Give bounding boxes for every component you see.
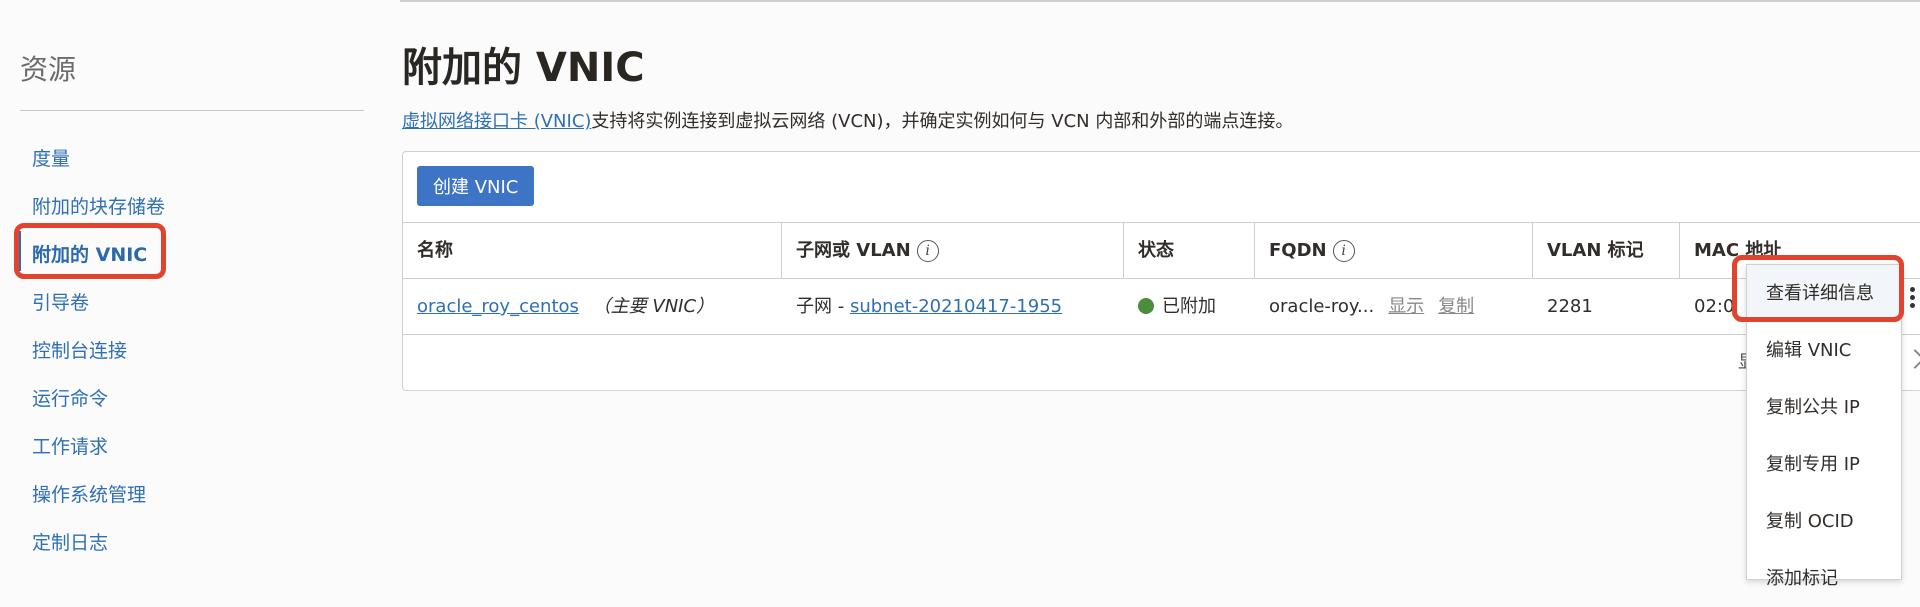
main-content: 附加的 VNIC 虚拟网络接口卡 (VNIC)支持将实例连接到虚拟云网络 (VC… (402, 40, 1920, 391)
vnic-table-panel: 创建 VNIC 名称 子网或 VLAN i 状态 FQDN i VLAN 标记 MA… (402, 151, 1920, 391)
column-header-status[interactable]: 状态 (1124, 223, 1255, 278)
table-header: 名称 子网或 VLAN i 状态 FQDN i VLAN 标记 MAC 地址 (403, 222, 1920, 279)
cell-fqdn: oracle-roy... 显示 复制 (1255, 279, 1533, 334)
sidebar-item-metrics[interactable]: 度量 (20, 135, 364, 183)
column-header-fqdn[interactable]: FQDN i (1255, 223, 1533, 278)
top-divider (400, 0, 1920, 2)
fqdn-copy-link[interactable]: 复制 (1438, 296, 1474, 317)
kebab-menu-icon[interactable] (1910, 287, 1916, 311)
status-text: 已附加 (1162, 296, 1216, 317)
cell-status: 已附加 (1124, 279, 1255, 334)
cell-vlan-tag: 2281 (1547, 296, 1593, 317)
resources-title: 资源 (20, 53, 77, 86)
vnic-name-link[interactable]: oracle_roy_centos (417, 296, 579, 317)
menu-item-copy-public-ip[interactable]: 复制公共 IP (1747, 379, 1901, 436)
menu-item-edit-vnic[interactable]: 编辑 VNIC (1747, 322, 1901, 379)
column-header-subnet[interactable]: 子网或 VLAN i (782, 223, 1124, 278)
table-row: oracle_roy_centos （主要 VNIC） 子网 - subnet-… (403, 279, 1920, 335)
fqdn-show-link[interactable]: 显示 (1388, 296, 1424, 317)
resources-sidebar: 资源 度量 附加的块存储卷 附加的 VNIC 引导卷 控制台连接 运行命令 工作… (14, 50, 364, 567)
menu-item-copy-ocid[interactable]: 复制 OCID (1747, 493, 1901, 550)
description-text: 支持将实例连接到虚拟云网络 (VCN)，并确定实例如何与 VCN 内部和外部的端… (591, 111, 1294, 132)
primary-vnic-note: （主要 VNIC） (592, 296, 715, 317)
info-icon[interactable]: i (1332, 240, 1355, 262)
subnet-link[interactable]: subnet-20210417-1955 (850, 296, 1062, 317)
page-title: 附加的 VNIC (402, 45, 645, 91)
sidebar-item-console-connections[interactable]: 控制台连接 (20, 327, 364, 375)
sidebar-item-os-management[interactable]: 操作系统管理 (20, 471, 364, 519)
fqdn-value: oracle-roy... (1269, 296, 1375, 317)
sidebar-item-work-requests[interactable]: 工作请求 (20, 423, 364, 471)
menu-item-add-tags[interactable]: 添加标记 (1747, 550, 1901, 607)
page-description: 虚拟网络接口卡 (VNIC)支持将实例连接到虚拟云网络 (VCN)，并确定实例如… (402, 110, 1920, 134)
sidebar-divider (20, 110, 364, 111)
info-icon[interactable]: i (916, 240, 939, 262)
sidebar-item-run-command[interactable]: 运行命令 (20, 375, 364, 423)
highlight-box (14, 223, 166, 279)
column-header-name[interactable]: 名称 (403, 223, 782, 278)
create-vnic-button[interactable]: 创建 VNIC (417, 166, 535, 206)
status-dot-icon (1138, 298, 1154, 314)
cell-name: oracle_roy_centos （主要 VNIC） (403, 279, 782, 334)
column-header-vlan-tag[interactable]: VLAN 标记 (1533, 223, 1680, 278)
menu-item-copy-private-ip[interactable]: 复制专用 IP (1747, 436, 1901, 493)
vnic-doc-link[interactable]: 虚拟网络接口卡 (VNIC) (402, 111, 591, 132)
sidebar-item-boot-volume[interactable]: 引导卷 (20, 279, 364, 327)
sidebar-item-custom-logs[interactable]: 定制日志 (20, 519, 364, 567)
highlight-box (1732, 255, 1904, 322)
cell-subnet: 子网 - subnet-20210417-1955 (796, 296, 1063, 317)
